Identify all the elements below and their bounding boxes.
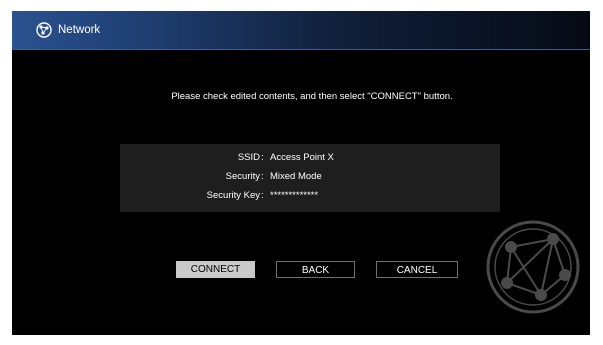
security-label: Security bbox=[225, 171, 260, 182]
back-button[interactable]: BACK bbox=[276, 261, 355, 278]
security-row: Security : Mixed Mode bbox=[120, 169, 500, 185]
connection-summary-panel: SSID : Access Point X Security : Mixed M… bbox=[120, 144, 500, 212]
cancel-button[interactable]: CANCEL bbox=[376, 261, 458, 278]
ssid-separator: : bbox=[261, 152, 264, 163]
network-globe-watermark-icon bbox=[486, 220, 580, 314]
security-key-label: Security Key bbox=[206, 190, 260, 201]
network-screen: Network Please check edited contents, an… bbox=[12, 11, 590, 335]
security-key-row: Security Key : ************* bbox=[120, 188, 500, 204]
connect-button[interactable]: CONNECT bbox=[176, 261, 255, 278]
security-key-value: ************* bbox=[270, 190, 319, 201]
page-title: Network bbox=[58, 24, 101, 36]
security-key-separator: : bbox=[261, 190, 264, 201]
ssid-label: SSID bbox=[237, 152, 260, 163]
ssid-value: Access Point X bbox=[270, 152, 334, 163]
security-separator: : bbox=[261, 171, 264, 182]
title-bar: Network bbox=[12, 11, 590, 50]
ssid-row: SSID : Access Point X bbox=[120, 150, 500, 166]
security-value: Mixed Mode bbox=[270, 171, 322, 182]
instruction-text: Please check edited contents, and then s… bbox=[171, 91, 453, 102]
network-globe-icon bbox=[36, 22, 52, 38]
